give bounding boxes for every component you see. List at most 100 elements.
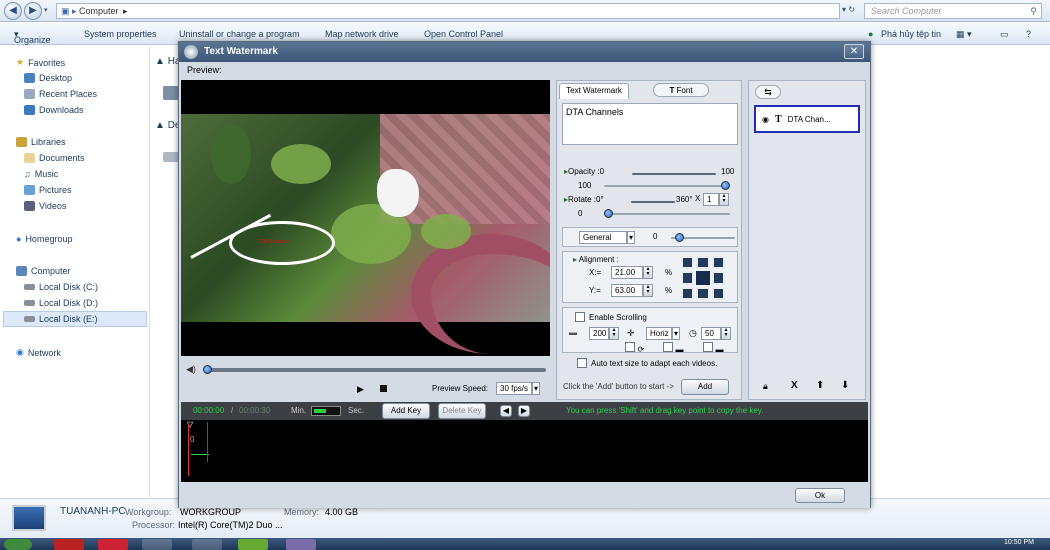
taskbar-app-editor[interactable] xyxy=(238,539,268,550)
rotate-slider[interactable] xyxy=(604,213,730,215)
sidebar-item-desktop[interactable]: Desktop xyxy=(24,73,72,83)
align-top-left[interactable] xyxy=(681,256,695,270)
align-center[interactable] xyxy=(696,271,710,285)
clock[interactable]: 10:50 PM xyxy=(1004,539,1034,546)
opacity-knob[interactable] xyxy=(721,181,730,190)
start-button[interactable] xyxy=(4,539,32,550)
uninstall-program-button[interactable]: Uninstall or change a program xyxy=(179,29,300,39)
enable-scrolling-checkbox[interactable]: Enable Scrolling xyxy=(575,312,647,322)
play-button[interactable]: ▶ xyxy=(357,384,364,395)
homegroup-header[interactable]: ● Homegroup xyxy=(16,234,72,244)
align-middle-left[interactable] xyxy=(681,271,695,285)
taskbar-app-chrome[interactable] xyxy=(98,539,128,550)
sidebar-item-recent-places[interactable]: Recent Places xyxy=(24,89,97,99)
drive-icon xyxy=(163,86,179,100)
close-button[interactable]: ✕ xyxy=(844,44,864,59)
section-header-hard-disks[interactable]: ▲ Ha xyxy=(155,56,180,67)
scroll-speed-stepper[interactable]: 200 ▴ ▾ xyxy=(589,327,619,340)
sidebar-item-videos[interactable]: Videos xyxy=(24,201,66,211)
layers-icon[interactable]: ⇆ xyxy=(755,85,781,99)
opacity-value: 100 xyxy=(578,181,592,190)
shred-file-button[interactable]: Phá hủy tệp tin xyxy=(881,29,941,39)
search-input[interactable]: Search Computer ⚲ xyxy=(864,3,1042,19)
taskbar-app-video[interactable] xyxy=(286,539,316,550)
scroll-fade-checkbox[interactable]: ▬ xyxy=(663,342,684,354)
seek-knob[interactable] xyxy=(203,365,212,374)
opacity-slider[interactable] xyxy=(604,185,730,187)
x-position-stepper[interactable]: 21.00 ▴ ▾ xyxy=(611,266,653,279)
open-control-panel-button[interactable]: Open Control Panel xyxy=(424,29,503,39)
eye-icon[interactable]: ◉ xyxy=(762,115,769,124)
auto-text-size-checkbox[interactable]: Auto text size to adapt each videos. xyxy=(577,358,717,368)
watermark-preview-text[interactable]: DTA Channels xyxy=(257,239,289,245)
system-properties-button[interactable]: System properties xyxy=(84,29,157,39)
align-top-right[interactable] xyxy=(711,256,725,270)
map-network-drive-button[interactable]: Map network drive xyxy=(325,29,399,39)
ok-button[interactable]: Ok xyxy=(795,488,845,503)
preview-label: Preview: xyxy=(187,65,222,75)
organize-button[interactable]: Organize ▾ xyxy=(14,29,51,45)
sidebar-item-documents[interactable]: Documents xyxy=(24,153,85,163)
rotate-knob[interactable] xyxy=(604,209,613,218)
align-top-center[interactable] xyxy=(696,256,710,270)
align-middle-right[interactable] xyxy=(711,271,725,285)
align-bottom-right[interactable] xyxy=(711,286,725,300)
help-icon[interactable]: ? xyxy=(1026,29,1031,39)
preview-speed-select[interactable]: 30 fps/s ▾ xyxy=(496,382,541,395)
forward-button[interactable]: ▶ xyxy=(24,2,42,20)
alignment-grid[interactable] xyxy=(681,256,725,300)
stop-button[interactable] xyxy=(380,385,387,392)
move-up-icon[interactable]: ⬆ xyxy=(816,380,824,391)
add-button[interactable]: Add xyxy=(681,379,729,395)
prev-key-button[interactable]: ◀ xyxy=(500,405,512,417)
view-options-icon[interactable]: ▦ ▾ xyxy=(956,29,972,40)
dialog-title-bar[interactable]: Text Watermark xyxy=(179,42,870,62)
taskbar-app-opera[interactable] xyxy=(54,539,84,550)
align-bottom-left[interactable] xyxy=(681,286,695,300)
libraries-header[interactable]: Libraries xyxy=(16,137,66,147)
computer-header[interactable]: Computer xyxy=(16,266,71,276)
sidebar-item-downloads[interactable]: Downloads xyxy=(24,105,84,115)
preview-pane-icon[interactable]: ▭ xyxy=(1000,29,1009,40)
recent-pages-chevron-icon[interactable]: ▾ xyxy=(44,6,48,14)
y-position-stepper[interactable]: 63.00 ▴ ▾ xyxy=(611,284,653,297)
sidebar-item-music[interactable]: ♫ Music xyxy=(24,169,58,179)
back-button[interactable]: ◀ xyxy=(4,2,22,20)
tab-font[interactable]: T Font xyxy=(653,83,709,97)
tab-text-watermark[interactable]: Text Watermark xyxy=(559,83,629,99)
zoom-slider[interactable] xyxy=(311,406,341,416)
rotate-multiplier-stepper[interactable]: 1 ▴ ▾ xyxy=(703,193,729,206)
general-select[interactable]: General ▾ xyxy=(579,231,636,244)
timeline-track[interactable]: ▽ 0 xyxy=(181,420,868,482)
y-label: Y:= xyxy=(589,286,601,295)
scroll-blur-checkbox[interactable]: ▬ xyxy=(703,342,724,354)
taskbar-app-explorer[interactable] xyxy=(142,539,172,550)
lock-icon[interactable]: 🔒︎ xyxy=(763,381,768,392)
move-down-icon[interactable]: ⬇ xyxy=(841,380,849,391)
address-dropdown-icon[interactable]: ▾ ↻ xyxy=(842,5,855,14)
add-key-button[interactable]: Add Key xyxy=(382,403,430,419)
delete-key-button[interactable]: Delete Key xyxy=(438,403,486,419)
sidebar-item-disk-d[interactable]: Local Disk (D:) xyxy=(24,298,98,308)
next-key-button[interactable]: ▶ xyxy=(518,405,530,417)
layer-item[interactable]: ◉ T DTA Chan... xyxy=(754,105,860,133)
favorites-header[interactable]: ★ Favorites xyxy=(16,57,65,68)
sidebar-item-disk-c[interactable]: Local Disk (C:) xyxy=(24,282,98,292)
network-header[interactable]: ◉ Network xyxy=(16,347,61,358)
scroll-time-stepper[interactable]: 50 ▴ ▾ xyxy=(701,327,731,340)
timeline-toolbar: 00:00:00 / 00:00:30 Min. Sec. Add Key De… xyxy=(181,402,868,420)
scroll-direction-select[interactable]: Horiz ▾ xyxy=(646,327,681,340)
scroll-loop-checkbox[interactable]: ⟳ xyxy=(625,342,644,354)
align-bottom-center[interactable] xyxy=(696,286,710,300)
address-input[interactable]: ▣ ▸ Computer ▸ xyxy=(56,3,840,19)
seek-slider[interactable] xyxy=(206,368,546,372)
sidebar-item-disk-e[interactable]: Local Disk (E:) xyxy=(24,314,98,324)
delete-layer-icon[interactable]: X xyxy=(791,380,798,391)
watermark-text-input[interactable]: DTA Channels xyxy=(562,103,738,145)
volume-icon[interactable]: ◀) xyxy=(186,364,196,375)
section-header-devices[interactable]: ▲ De xyxy=(155,120,180,131)
dialog-footer: Ok xyxy=(179,484,870,508)
sidebar-item-pictures[interactable]: Pictures xyxy=(24,185,72,195)
taskbar-app-paint[interactable] xyxy=(192,539,222,550)
general-knob[interactable] xyxy=(675,233,684,242)
